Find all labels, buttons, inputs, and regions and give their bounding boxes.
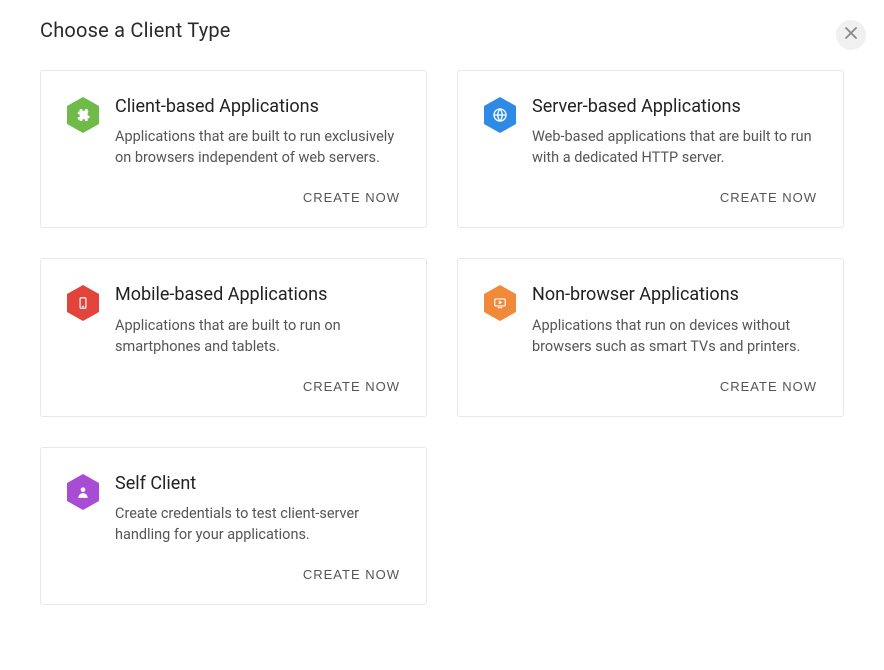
card-description: Applications that are built to run on sm… — [115, 315, 400, 357]
card-title: Non-browser Applications — [532, 283, 817, 306]
tv-icon — [484, 285, 516, 321]
card-non-browser: Non-browser Applications Applications th… — [457, 258, 844, 416]
globe-icon — [484, 97, 516, 133]
person-icon — [67, 474, 99, 510]
puzzle-icon — [67, 97, 99, 133]
card-title: Server-based Applications — [532, 95, 817, 118]
close-icon — [845, 26, 857, 44]
card-client-based: Client-based Applications Applications t… — [40, 70, 427, 228]
card-title: Mobile-based Applications — [115, 283, 400, 306]
card-title: Self Client — [115, 472, 400, 495]
create-now-button[interactable]: CREATE NOW — [303, 563, 400, 586]
card-server-based: Server-based Applications Web-based appl… — [457, 70, 844, 228]
create-now-button[interactable]: CREATE NOW — [303, 186, 400, 209]
mobile-icon — [67, 285, 99, 321]
client-type-grid: Client-based Applications Applications t… — [40, 70, 844, 605]
page-title: Choose a Client Type — [40, 18, 231, 42]
card-self-client: Self Client Create credentials to test c… — [40, 447, 427, 605]
card-mobile-based: Mobile-based Applications Applications t… — [40, 258, 427, 416]
card-description: Applications that are built to run exclu… — [115, 126, 400, 168]
close-button[interactable] — [836, 20, 866, 50]
create-now-button[interactable]: CREATE NOW — [720, 375, 817, 398]
card-description: Applications that run on devices without… — [532, 315, 817, 357]
card-title: Client-based Applications — [115, 95, 400, 118]
card-description: Create credentials to test client-server… — [115, 503, 400, 545]
card-description: Web-based applications that are built to… — [532, 126, 817, 168]
create-now-button[interactable]: CREATE NOW — [720, 186, 817, 209]
create-now-button[interactable]: CREATE NOW — [303, 375, 400, 398]
